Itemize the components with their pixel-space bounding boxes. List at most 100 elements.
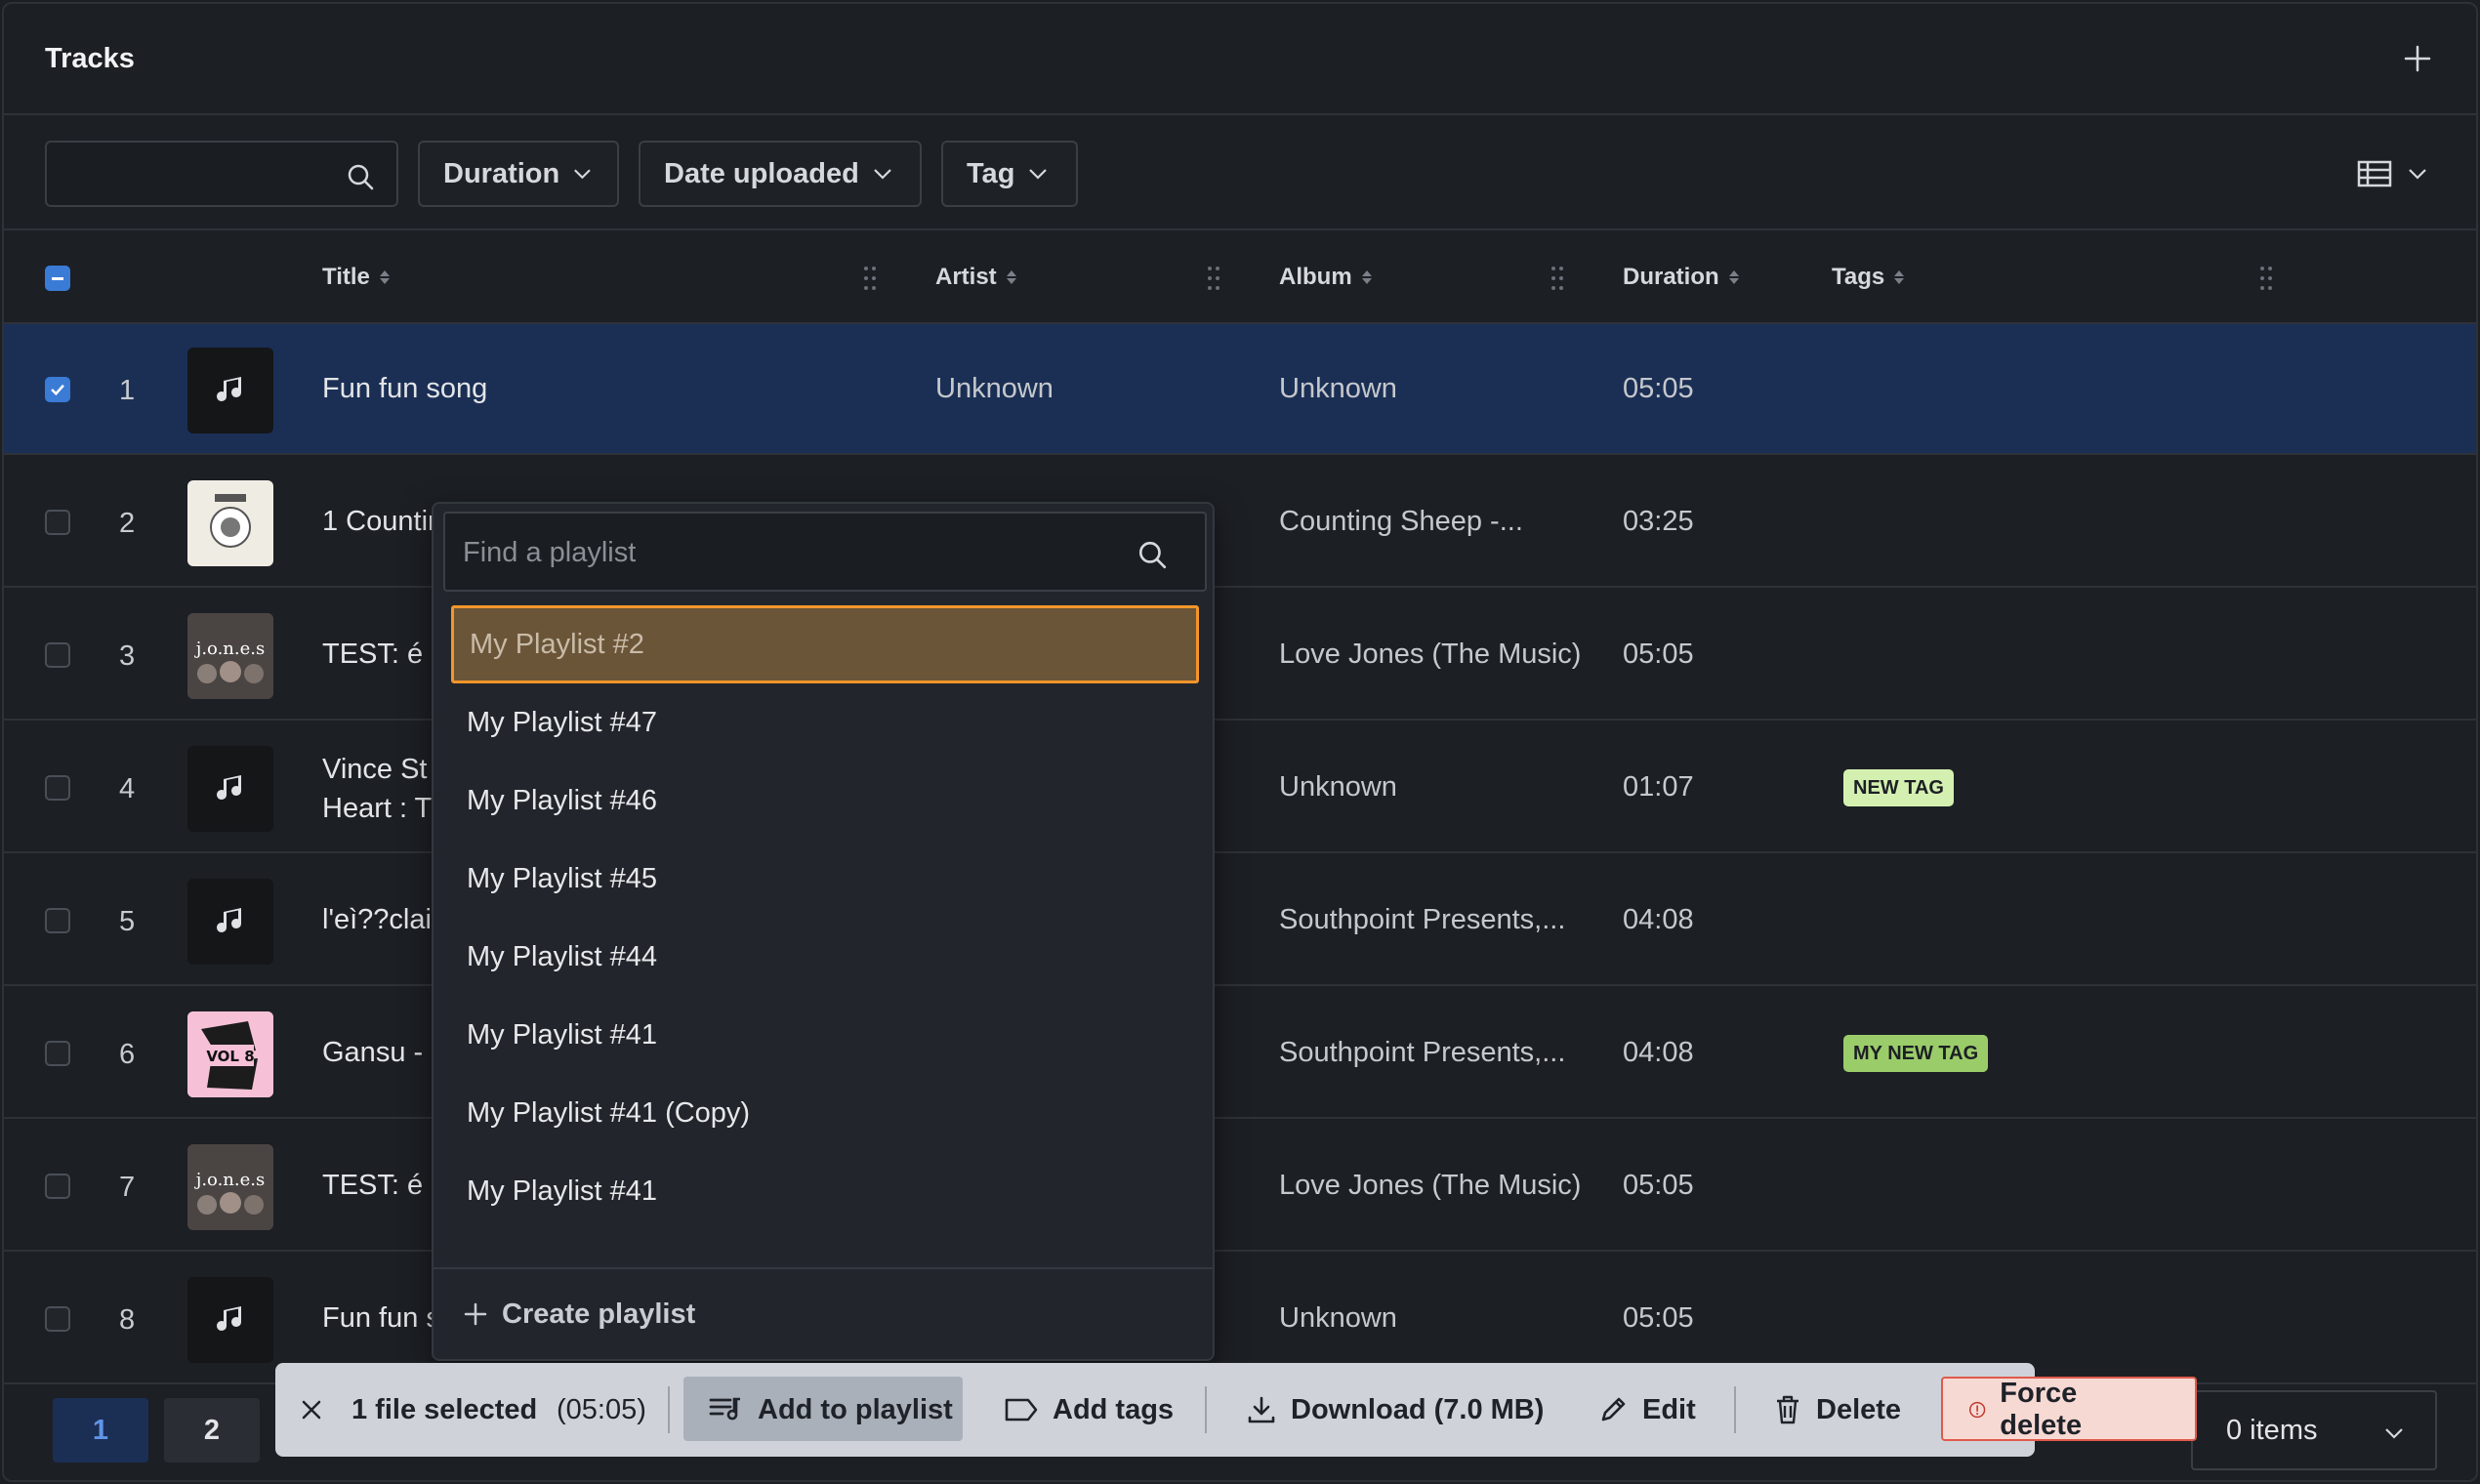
track-title[interactable]: TEST: é a [322,1170,446,1202]
add-track-button[interactable] [2400,41,2435,76]
playlist-add-icon [709,1397,740,1421]
sort-icon [1006,270,1016,284]
track-album: Love Jones (The Music) [1279,639,1582,670]
track-title[interactable]: l'eì??clai [322,904,432,936]
track-album: Southpoint Presents,... [1279,1037,1566,1068]
chevron-down-icon [1029,169,1048,180]
track-title[interactable]: Gansu - [322,1037,423,1069]
column-duration[interactable]: Duration [1623,264,1739,291]
music-note-icon [187,746,273,832]
items-per-page-select[interactable]: 0 items [2191,1390,2437,1470]
items-per-page-label: 0 items [2226,1414,2318,1446]
track-title[interactable]: Vince St [322,754,427,786]
add-to-playlist-button[interactable]: Add to playlist [709,1363,953,1457]
svg-text:VOL 8: VOL 8 [206,1048,254,1065]
sort-icon [1894,270,1905,284]
add-to-playlist-dropdown: Find a playlist My Playlist #2 My Playli… [432,502,1215,1361]
row-checkbox[interactable] [45,908,70,933]
table-row[interactable]: 5 l'eì??clai Southpoint Presents,... 04:… [4,855,2476,986]
row-number: 1 [119,375,136,406]
column-duration-label: Duration [1623,264,1719,290]
track-title[interactable]: Fun fun s [322,1302,440,1335]
selection-count: 1 file selected [351,1393,538,1425]
force-delete-label: Force delete [2000,1378,2083,1441]
table-row[interactable]: 6 VOL 8 Gansu - Southpoint Presents,... … [4,988,2476,1119]
add-tags-button[interactable]: Add tags [1004,1363,1174,1457]
column-resize-handle[interactable] [863,266,877,291]
force-delete-button[interactable]: Force delete [1968,1363,2095,1457]
column-album-label: Album [1279,264,1352,290]
download-button[interactable]: Download (7.0 MB) [1246,1363,1544,1457]
row-checkbox[interactable] [45,1174,70,1199]
row-checkbox[interactable] [45,775,70,801]
playlist-option[interactable]: My Playlist #46 [451,762,1199,840]
row-number: 7 [119,1172,136,1203]
track-title[interactable]: Fun fun song [322,373,487,405]
row-number: 5 [119,906,136,937]
edit-label: Edit [1642,1393,1696,1425]
search-icon [1138,541,1167,569]
row-checkbox[interactable] [45,377,70,402]
music-note-icon [187,1277,273,1363]
date-uploaded-filter[interactable]: Date uploaded [639,141,922,207]
page-2-button[interactable]: 2 [164,1398,260,1463]
svg-text:j.o.n.e.s: j.o.n.e.s [194,639,265,659]
column-title[interactable]: Title [322,264,390,291]
page-title: Tracks [45,43,135,74]
table-row[interactable]: 7 j.o.n.e.s TEST: é a Love Jones (The Mu… [4,1121,2476,1252]
create-playlist-label: Create playlist [502,1298,696,1330]
create-playlist-button[interactable]: Create playlist [434,1267,1213,1359]
tag-filter[interactable]: Tag [941,141,1078,207]
row-checkbox[interactable] [45,1041,70,1066]
column-tags[interactable]: Tags [1832,264,1905,291]
download-icon [1248,1396,1275,1423]
clear-selection-button[interactable] [299,1363,324,1457]
row-checkbox[interactable] [45,1306,70,1332]
row-checkbox[interactable] [45,642,70,668]
table-view-icon [2357,160,2392,187]
row-checkbox[interactable] [45,510,70,535]
chevron-down-icon [2409,169,2426,180]
search-input[interactable] [45,141,398,207]
pencil-icon [1601,1397,1626,1422]
playlist-option[interactable]: My Playlist #41 [451,996,1199,1074]
edit-button[interactable]: Edit [1597,1363,1696,1457]
duration-filter[interactable]: Duration [418,141,619,207]
track-duration: 05:05 [1623,373,1694,404]
table-row[interactable]: 2 1 Countin Counting Sheep -... 03:25 [4,457,2476,588]
table-row[interactable]: 3 j.o.n.e.s TEST: é a Love Jones (The Mu… [4,590,2476,721]
playlist-option[interactable]: My Playlist #44 [451,918,1199,996]
page-1-button[interactable]: 1 [53,1398,148,1463]
table-row[interactable]: 4 Vince St Heart : T Unknown 01:07 NEW T… [4,722,2476,853]
playlist-option[interactable]: My Playlist #47 [451,683,1199,762]
track-duration: 03:25 [1623,506,1694,537]
column-tags-label: Tags [1832,264,1885,290]
delete-button[interactable]: Delete [1773,1363,1901,1457]
track-title[interactable]: 1 Countin [322,506,443,538]
playlist-option[interactable]: My Playlist #45 [451,840,1199,918]
tag-badge[interactable]: MY NEW TAG [1843,1035,1989,1072]
tag-badge[interactable]: NEW TAG [1843,769,1954,806]
view-mode-toggle[interactable] [2357,156,2435,191]
track-title[interactable]: TEST: é a [322,639,446,671]
playlist-option[interactable]: My Playlist #41 [451,1152,1199,1230]
playlist-option[interactable]: My Playlist #41 (Copy) [451,1074,1199,1152]
column-resize-handle[interactable] [2259,266,2273,291]
row-number: 4 [119,773,136,804]
playlist-search-placeholder: Find a playlist [463,537,637,568]
track-album: Love Jones (The Music) [1279,1170,1582,1201]
svg-text:j.o.n.e.s: j.o.n.e.s [194,1170,265,1190]
column-artist[interactable]: Artist [935,264,1016,291]
track-duration: 04:08 [1623,1037,1694,1068]
playlist-search-input[interactable]: Find a playlist [443,512,1207,592]
close-icon [302,1400,321,1420]
date-uploaded-filter-label: Date uploaded [664,157,859,189]
track-album: Southpoint Presents,... [1279,904,1566,935]
column-resize-handle[interactable] [1550,266,1564,291]
table-row[interactable]: 1 Fun fun song Unknown Unknown 05:05 [4,324,2476,455]
select-all-checkbox[interactable] [45,266,70,291]
column-album[interactable]: Album [1279,264,1372,291]
playlist-option[interactable]: My Playlist #2 [451,605,1199,683]
column-resize-handle[interactable] [1207,266,1220,291]
album-art-image: j.o.n.e.s [187,613,273,699]
